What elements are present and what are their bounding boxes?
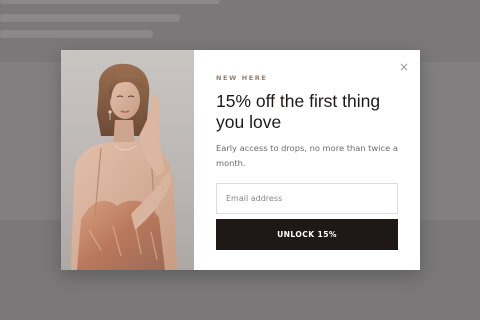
email-field[interactable] — [216, 183, 398, 214]
page-backdrop: × NEW HERE 15% off the first thing you l… — [0, 0, 480, 320]
model-illustration — [71, 63, 177, 270]
background-text-line — [0, 14, 180, 22]
background-text-line — [0, 30, 153, 38]
offer-subtext: Early access to drops, no more than twic… — [216, 143, 398, 168]
modal-content: × NEW HERE 15% off the first thing you l… — [194, 50, 422, 270]
unlock-discount-button[interactable]: UNLOCK 15% — [216, 219, 398, 250]
close-icon[interactable]: × — [397, 60, 411, 74]
background-text-line — [0, 0, 220, 4]
model-photo — [61, 50, 194, 270]
offer-headline: 15% off the first thing you love — [216, 91, 381, 132]
signup-modal: × NEW HERE 15% off the first thing you l… — [61, 50, 420, 270]
eyebrow-label: NEW HERE — [216, 74, 268, 82]
